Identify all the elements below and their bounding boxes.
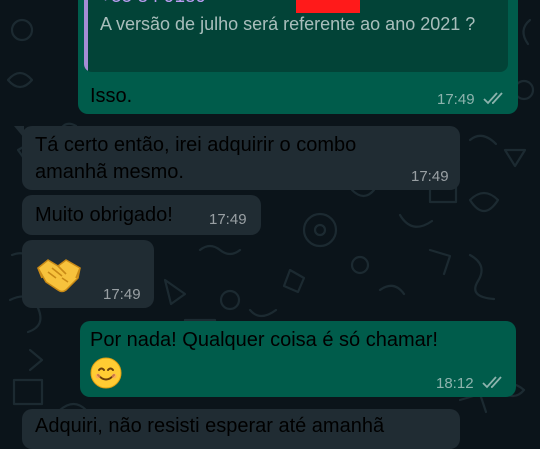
message-text: Por nada! Qualquer coisa é só chamar! <box>90 329 438 351</box>
double-check-icon <box>483 92 503 105</box>
quoted-author: +55 84 9189 <box>100 0 206 8</box>
message-time: 17:49 <box>209 211 247 228</box>
bubble-tail <box>14 126 24 138</box>
handshake-emoji <box>37 259 81 293</box>
message-time: 17:49 <box>411 168 449 185</box>
message-text: Muito obrigado! <box>35 204 173 226</box>
message-text: Isso. <box>90 85 133 107</box>
smiling-face-emoji <box>90 357 122 389</box>
message-time: 17:49 <box>103 286 141 303</box>
quoted-text: A versão de julho será referente ao ano … <box>100 14 476 34</box>
quoted-message[interactable]: +55 84 9189 A versão de julho será refer… <box>84 0 508 72</box>
quote-accent-bar <box>84 0 88 72</box>
message-text: Adquiri, não resisti esperar até amanhã <box>35 415 385 437</box>
double-check-icon <box>482 376 502 389</box>
message-text-line: amanhã mesmo. <box>35 161 184 183</box>
message-time: 17:49 <box>437 91 475 108</box>
message-time: 18:12 <box>436 375 474 392</box>
message-text-line: Tá certo então, irei adquirir o combo <box>35 134 357 156</box>
